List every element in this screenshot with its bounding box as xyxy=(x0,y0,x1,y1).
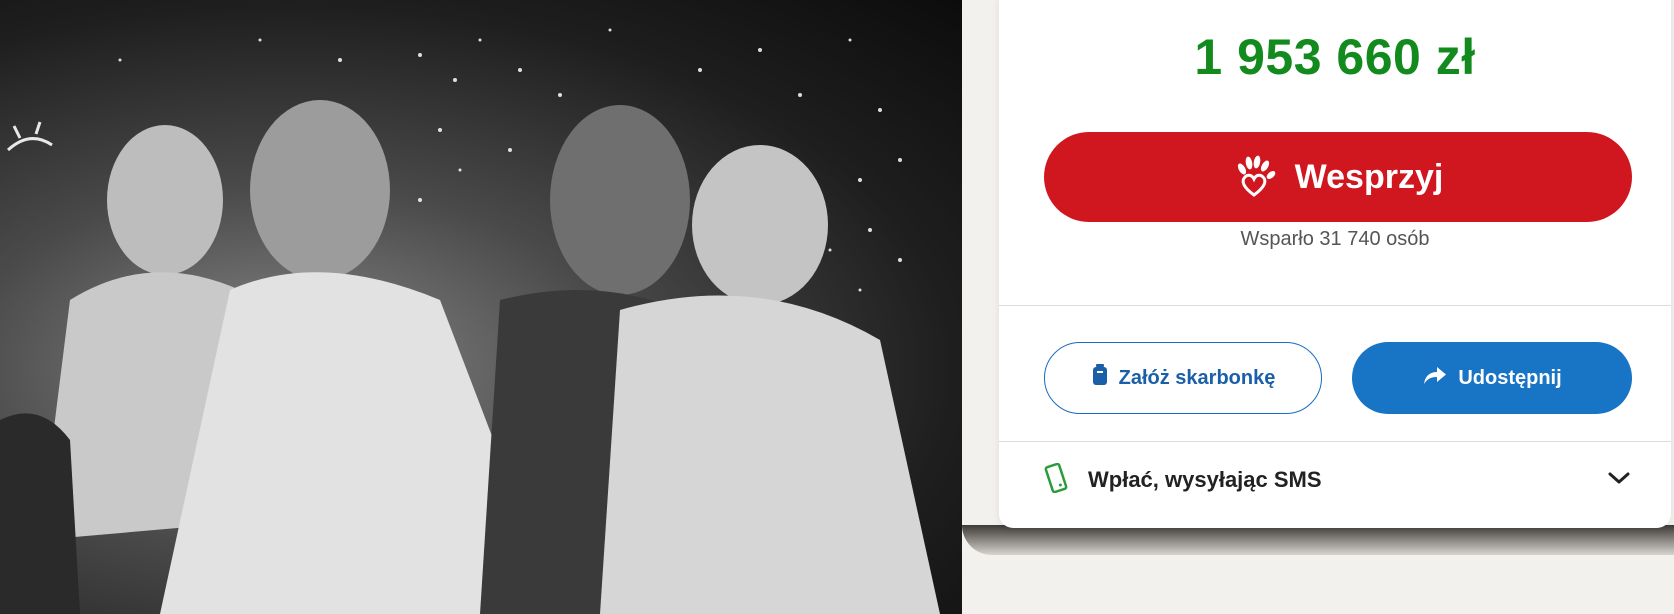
amount-raised: 1 953 660 zł xyxy=(1194,29,1476,85)
piggy-bank-label: Załóż skarbonkę xyxy=(1118,366,1276,389)
support-button[interactable]: Wesprzyj xyxy=(1044,132,1632,222)
share-arrow-icon xyxy=(1422,364,1448,392)
supporters-count: Wsparło 31 740 osób xyxy=(1240,228,1430,250)
share-button[interactable]: Udostępnij xyxy=(1352,342,1632,414)
sms-donation-toggle[interactable]: Wpłać, wysyłając SMS xyxy=(1044,458,1631,502)
heart-hand-icon xyxy=(1233,155,1277,199)
card-shadow xyxy=(962,525,1674,555)
sms-label: Wpłać, wysyłając SMS xyxy=(1088,467,1322,492)
support-button-label: Wesprzyj xyxy=(1294,157,1444,196)
piggy-bank-icon xyxy=(1091,363,1109,393)
chevron-down-icon[interactable] xyxy=(1607,470,1631,491)
divider xyxy=(999,441,1671,442)
campaign-photo xyxy=(0,0,962,614)
create-piggy-bank-button[interactable]: Załóż skarbonkę xyxy=(1044,342,1322,414)
share-label: Udostępnij xyxy=(1458,366,1562,389)
divider xyxy=(999,305,1671,306)
donation-card: 1 953 660 zł Wesprzyj Wsparło 31 740 osó… xyxy=(999,0,1671,528)
phone-icon xyxy=(1044,462,1068,498)
